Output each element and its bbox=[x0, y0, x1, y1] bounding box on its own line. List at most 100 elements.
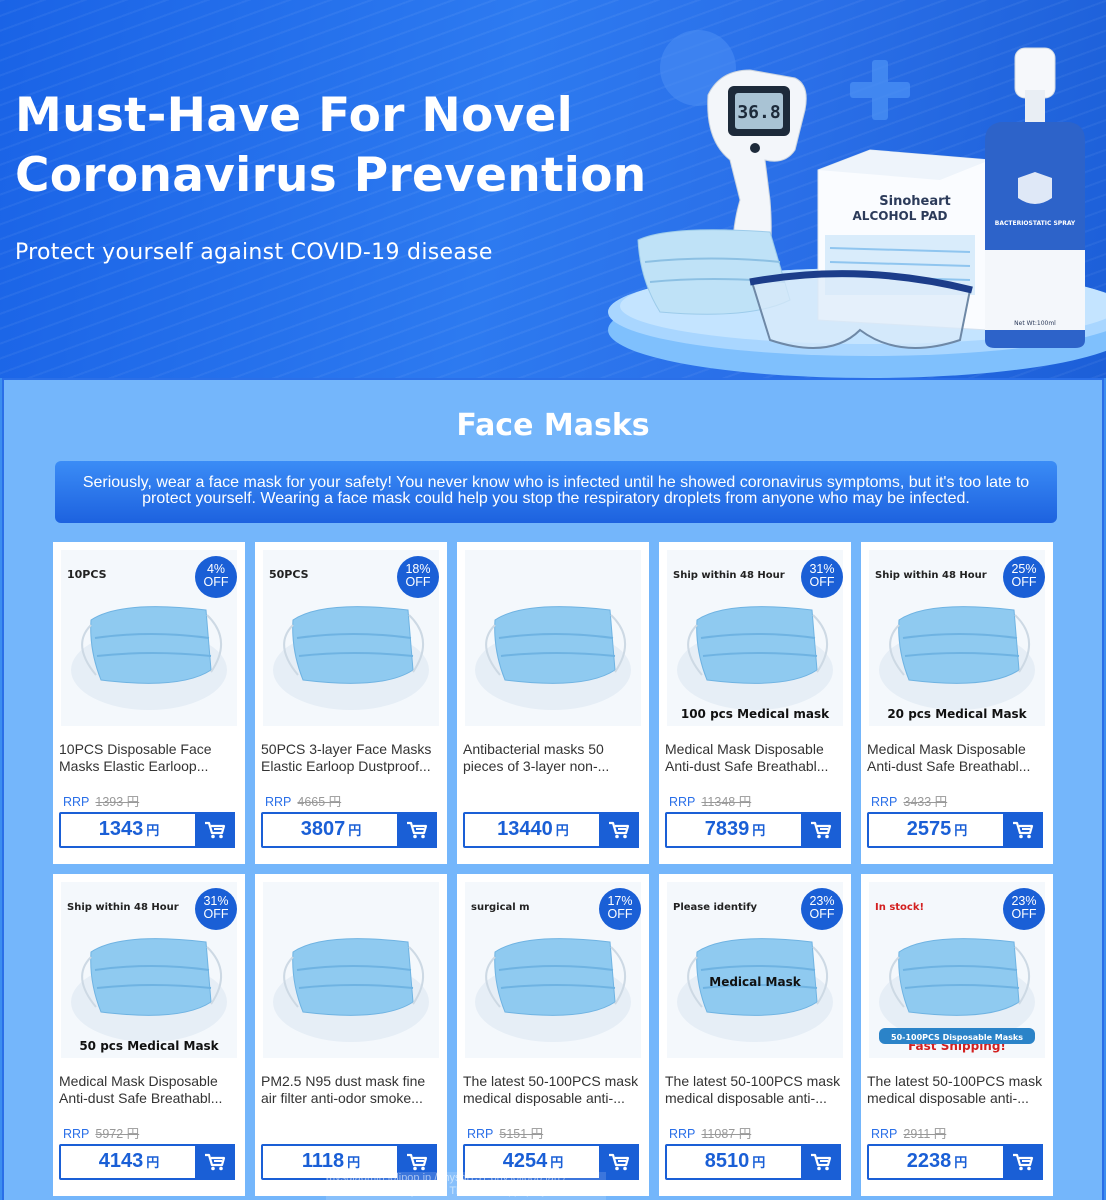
cart-icon bbox=[1013, 1153, 1034, 1171]
rrp-price: 3433 円 bbox=[903, 795, 948, 809]
add-to-cart-button[interactable] bbox=[397, 812, 437, 848]
hero-banner: Must-Have For Novel Coronavirus Preventi… bbox=[0, 0, 1106, 378]
product-card[interactable]: Please identify Medical Mask 23% OFF The lat… bbox=[659, 874, 851, 1196]
sale-price: 7839 円 bbox=[667, 818, 803, 841]
product-name[interactable]: PM2.5 N95 dust mask fine air filter anti… bbox=[261, 1073, 443, 1107]
product-card[interactable]: Antibacterial masks 50 pieces of 3-layer… bbox=[457, 542, 649, 864]
thermometer-reading: 36.8 bbox=[737, 102, 780, 123]
price-box: 1343 円 bbox=[59, 812, 235, 848]
product-name[interactable]: Medical Mask Disposable Anti-dust Safe B… bbox=[665, 741, 847, 775]
hero-title-line2: Coronavirus Prevention bbox=[15, 148, 647, 203]
discount-off-label: OFF bbox=[203, 907, 229, 921]
sale-price-value: 8510 bbox=[704, 1150, 750, 1172]
sale-price: 2575 円 bbox=[869, 818, 1005, 841]
currency-symbol: 円 bbox=[954, 823, 968, 838]
sale-price: 2238 円 bbox=[869, 1150, 1005, 1173]
hero-subtitle: Protect yourself against COVID-19 diseas… bbox=[15, 240, 493, 265]
rrp-price: 11087 円 bbox=[701, 1127, 752, 1141]
discount-off-label: OFF bbox=[1011, 907, 1037, 921]
rrp-row: RRP 4665 円 bbox=[265, 791, 341, 810]
product-name[interactable]: 10PCS Disposable Face Masks Elastic Earl… bbox=[59, 741, 241, 775]
price-box: 2238 円 bbox=[867, 1144, 1043, 1180]
discount-badge: 23% OFF bbox=[1003, 888, 1045, 930]
price-box: 7839 円 bbox=[665, 812, 841, 848]
currency-symbol: 円 bbox=[146, 1155, 160, 1170]
product-card[interactable]: Ship within 48 Hour 100 pcs Medical mask 3… bbox=[659, 542, 851, 864]
image-caption-text: 100 pcs Medical mask bbox=[681, 707, 830, 721]
product-name[interactable]: 50PCS 3-layer Face Masks Elastic Earloop… bbox=[261, 741, 443, 775]
add-to-cart-button[interactable] bbox=[1003, 1144, 1043, 1180]
price-box: 2575 円 bbox=[867, 812, 1043, 848]
product-name[interactable]: Medical Mask Disposable Anti-dust Safe B… bbox=[59, 1073, 241, 1107]
product-card[interactable]: PM2.5 N95 dust mask fine air filter anti… bbox=[255, 874, 447, 1196]
product-card[interactable]: 50PCS 18% OFF 50PCS 3-layer Face Masks Elas… bbox=[255, 542, 447, 864]
sale-price: 4143 円 bbox=[61, 1150, 197, 1173]
rrp-row: RRP 5151 円 bbox=[467, 1123, 543, 1142]
sale-price-value: 7839 bbox=[704, 818, 750, 840]
spray-bottle-image: BACTERIOSTATIC SPRAY Net Wt:100ml bbox=[985, 47, 1085, 348]
price-box: 8510 円 bbox=[665, 1144, 841, 1180]
product-name[interactable]: The latest 50-100PCS mask medical dispos… bbox=[665, 1073, 847, 1107]
image-caption-text: Medical Mask bbox=[709, 975, 801, 989]
image-tag-text: 10PCS bbox=[67, 568, 107, 581]
discount-off-label: OFF bbox=[405, 575, 431, 589]
image-tag-text: 50PCS bbox=[269, 568, 309, 581]
hero-title: Must-Have For Novel Coronavirus Preventi… bbox=[15, 86, 647, 206]
product-name[interactable]: Antibacterial masks 50 pieces of 3-layer… bbox=[463, 741, 645, 775]
image-tag-text: Please identify bbox=[673, 902, 758, 913]
spray-volume: Net Wt:100ml bbox=[1014, 320, 1056, 327]
rrp-row: RRP 11348 円 bbox=[669, 791, 751, 810]
rrp-row: RRP 11087 円 bbox=[669, 1123, 751, 1142]
currency-symbol: 円 bbox=[752, 823, 766, 838]
product-image[interactable] bbox=[263, 882, 439, 1058]
rrp-label: RRP bbox=[63, 795, 90, 809]
discount-off-label: OFF bbox=[809, 907, 835, 921]
product-name[interactable]: Medical Mask Disposable Anti-dust Safe B… bbox=[867, 741, 1049, 775]
rrp-label: RRP bbox=[669, 1127, 696, 1141]
cart-icon bbox=[1013, 821, 1034, 839]
product-name[interactable]: The latest 50-100PCS mask medical dispos… bbox=[867, 1073, 1049, 1107]
rrp-row: RRP 5972 円 bbox=[63, 1123, 139, 1142]
sale-price-value: 13440 bbox=[497, 818, 553, 840]
add-to-cart-button[interactable] bbox=[1003, 812, 1043, 848]
discount-badge: 4% OFF bbox=[195, 556, 237, 598]
product-card[interactable]: In stock! Fast Shipping! 50-100PCS Disposa… bbox=[861, 874, 1053, 1196]
sale-price-value: 2238 bbox=[906, 1150, 952, 1172]
product-card[interactable]: Ship within 48 Hour 20 pcs Medical Mask 25… bbox=[861, 542, 1053, 864]
sale-price-value: 4143 bbox=[98, 1150, 144, 1172]
add-to-cart-button[interactable] bbox=[801, 1144, 841, 1180]
spray-label: BACTERIOSTATIC SPRAY bbox=[995, 220, 1076, 227]
rrp-label: RRP bbox=[669, 795, 696, 809]
overlay-url-text: mysqladmin.lolipop.jp / mysql131.phy.lol… bbox=[326, 1172, 606, 1200]
sale-price: 1118 円 bbox=[263, 1150, 399, 1173]
discount-off-label: OFF bbox=[607, 907, 633, 921]
add-to-cart-button[interactable] bbox=[195, 812, 235, 848]
rrp-label: RRP bbox=[63, 1127, 90, 1141]
price-box: 3807 円 bbox=[261, 812, 437, 848]
discount-badge: 18% OFF bbox=[397, 556, 439, 598]
add-to-cart-button[interactable] bbox=[801, 812, 841, 848]
discount-off-label: OFF bbox=[203, 575, 229, 589]
rrp-price: 11348 円 bbox=[701, 795, 752, 809]
image-tag-text: surgical m bbox=[471, 902, 530, 913]
product-card[interactable]: Ship within 48 Hour 50 pcs Medical Mask 31… bbox=[53, 874, 245, 1196]
discount-off-label: OFF bbox=[809, 575, 835, 589]
product-image[interactable] bbox=[465, 550, 641, 726]
discount-badge: 23% OFF bbox=[801, 888, 843, 930]
discount-badge: 17% OFF bbox=[599, 888, 641, 930]
sale-price: 4254 円 bbox=[465, 1150, 601, 1173]
image-tag-text: Ship within 48 Hour bbox=[875, 570, 987, 581]
sale-price: 8510 円 bbox=[667, 1150, 803, 1173]
add-to-cart-button[interactable] bbox=[599, 812, 639, 848]
rrp-row: RRP 2911 円 bbox=[871, 1123, 946, 1142]
product-card[interactable]: 10PCS 4% OFF 10PCS Disposable Face Masks El… bbox=[53, 542, 245, 864]
product-name[interactable]: The latest 50-100PCS mask medical dispos… bbox=[463, 1073, 645, 1107]
rrp-row: RRP 1393 円 bbox=[63, 791, 139, 810]
cart-icon bbox=[811, 821, 832, 839]
product-card[interactable]: surgical m 17% OFF The latest 50-100PCS mas… bbox=[457, 874, 649, 1196]
add-to-cart-button[interactable] bbox=[195, 1144, 235, 1180]
currency-symbol: 円 bbox=[752, 1155, 766, 1170]
currency-symbol: 円 bbox=[550, 1155, 564, 1170]
cart-icon bbox=[407, 821, 428, 839]
discount-badge: 31% OFF bbox=[801, 556, 843, 598]
